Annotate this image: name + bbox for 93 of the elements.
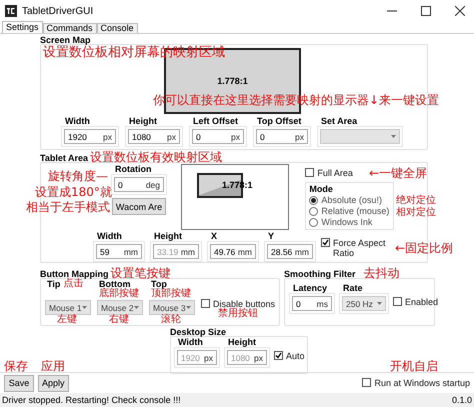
group-title: Mode — [309, 184, 334, 194]
field-label: Top Offset — [256, 116, 302, 126]
group-title: Button Mapping — [40, 269, 108, 279]
caret-icon — [82, 306, 87, 309]
annotation-note: 点击 — [63, 279, 84, 289]
checkbox[interactable] — [201, 299, 210, 308]
app-logo-icon — [5, 5, 17, 17]
field-label: Rate — [342, 283, 363, 293]
field-label: Width — [64, 116, 90, 126]
checkbox[interactable] — [321, 238, 330, 247]
annotation-note: 左键 — [57, 315, 77, 325]
footer-button[interactable]: Apply — [38, 374, 69, 392]
radio-label: Relative (mouse) — [321, 206, 390, 216]
field-label: Set Area — [320, 116, 358, 126]
group-title: Screen Map — [40, 35, 92, 45]
tab[interactable]: Console — [96, 23, 138, 33]
radio-label: Windows Ink — [321, 217, 372, 227]
aspect-ratio: 1.778:1 — [217, 76, 248, 86]
field-label: Width — [96, 231, 122, 241]
input-field[interactable]: 49.76 mm — [210, 244, 256, 259]
caret-icon — [186, 306, 191, 309]
tab[interactable]: Commands — [42, 23, 97, 33]
annotation-note: 设置成180°就 — [35, 186, 112, 198]
window-title: TabletDriverGUI — [22, 6, 94, 16]
mouse-button-dropdown[interactable]: Mouse 2 — [97, 300, 143, 315]
radio-button[interactable] — [309, 218, 318, 226]
field-label: Width — [177, 337, 203, 347]
field-label: Rotation — [114, 164, 152, 174]
annotation-note: ←固定比例 — [395, 242, 454, 254]
field-label: Height — [128, 116, 157, 126]
annotation-note: ←一键全屏 — [368, 167, 427, 179]
radio-button[interactable] — [309, 196, 318, 204]
caret-icon — [377, 302, 382, 305]
maximize-icon — [421, 6, 431, 16]
input-field[interactable]: 1080 px — [128, 129, 180, 144]
checkbox[interactable] — [274, 351, 283, 360]
input-field[interactable]: 0 px — [256, 129, 308, 144]
minimize-icon — [387, 10, 397, 12]
field-label: Bottom — [98, 279, 130, 289]
checkbox[interactable] — [362, 378, 372, 387]
checkbox-label: Auto — [286, 351, 305, 361]
annotation-note: 滚轮 — [161, 315, 181, 325]
tab[interactable]: Settings — [2, 21, 43, 33]
field-label: Height — [153, 231, 182, 241]
checkbox-label: Enabled — [405, 297, 438, 307]
annotation-note: 去抖动 — [364, 267, 400, 279]
annotation-note: 右键 — [109, 315, 129, 325]
checkbox[interactable] — [305, 168, 314, 177]
annotation-note: 设置数位板有效映射区域 — [90, 151, 222, 163]
field-label: Latency — [292, 283, 328, 293]
wacom-area-button[interactable]: Wacom Are — [112, 198, 166, 215]
annotation-note: 相对定位 — [396, 208, 436, 218]
annotation-note: 禁用按钮 — [218, 309, 258, 319]
annotation-note: 顶部按键 — [151, 289, 191, 299]
caret-icon — [391, 135, 396, 138]
checkbox-label: Full Area — [317, 168, 353, 178]
radio-label: Absolute (osu!) — [321, 195, 382, 205]
mouse-button-dropdown[interactable]: Mouse 1 — [45, 300, 91, 315]
close-icon — [455, 6, 465, 16]
field-label: X — [210, 231, 218, 241]
status-message: Driver stopped. Restarting! Check console !!! — [2, 395, 181, 405]
field-label: Top — [150, 279, 167, 289]
footer-button[interactable]: Save — [4, 374, 34, 392]
checkbox[interactable] — [393, 297, 402, 306]
annotation-note: 保存 — [4, 360, 28, 372]
annotation-note: 绝对定位 — [396, 196, 436, 206]
caret-icon — [134, 306, 139, 309]
version-label: 0.1.0 — [452, 395, 472, 405]
checkbox-label: Run at Windows startup — [374, 378, 470, 388]
group-title: Smoothing Filter — [284, 269, 356, 279]
annotation-note: 开机自启 — [390, 360, 438, 372]
input-field[interactable]: 0 ms — [292, 296, 332, 311]
mouse-button-dropdown[interactable]: Mouse 3 — [149, 300, 195, 315]
input-field[interactable]: 1920 px — [64, 129, 116, 144]
rate-dropdown[interactable]: 250 Hz — [342, 296, 386, 311]
input-field[interactable]: 0 deg — [114, 177, 164, 192]
field-label: Height — [227, 337, 256, 347]
annotation-note: 相当于左手模式 — [26, 201, 110, 213]
annotation-note: 应用 — [41, 360, 65, 372]
annotation-note: 设置笔按键 — [110, 267, 170, 279]
field-label: Left Offset — [192, 116, 238, 126]
annotation-note: 底部按键 — [99, 289, 139, 299]
input-field[interactable]: 28.56 mm — [267, 244, 313, 259]
radio-button[interactable] — [309, 206, 318, 216]
field-label: Tip — [46, 279, 60, 289]
group-title: Desktop Size — [170, 327, 228, 337]
checkbox-label: Disable buttons — [213, 299, 276, 309]
group-title: Tablet Area — [40, 153, 88, 163]
input-field[interactable]: 0 px — [192, 129, 244, 144]
field-label: Y — [267, 231, 274, 241]
annotation-note: 旋转角度— — [48, 170, 108, 182]
input-field[interactable]: 59 mm — [96, 244, 142, 259]
checkbox-label: Force Aspect Ratio — [333, 238, 387, 258]
